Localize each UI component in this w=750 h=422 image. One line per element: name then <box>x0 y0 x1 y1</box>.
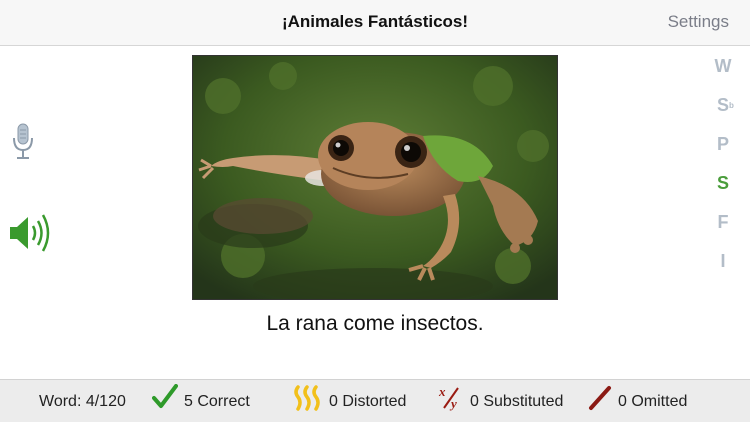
checkmark-icon <box>152 383 178 415</box>
distorted-count: 0 Distorted <box>293 384 407 412</box>
correct-count-label: 5 Correct <box>184 393 250 410</box>
sentence-text: La rana come insectos. <box>266 312 484 335</box>
letter-w[interactable]: W <box>706 52 740 91</box>
letter-f[interactable]: F <box>706 208 740 247</box>
status-bar: Word: 4/120 5 Correct 0 Distorted x y 0 … <box>0 379 750 422</box>
frog-photo <box>192 55 558 300</box>
x-over-y-icon: x y <box>438 384 464 416</box>
sound-letter-strip: W Sb P S F I <box>706 52 740 286</box>
omitted-count-label: 0 Omitted <box>618 393 688 410</box>
microphone-button[interactable] <box>10 122 38 162</box>
word-counter: Word: 4/120 <box>39 392 126 412</box>
microphone-icon <box>13 123 33 159</box>
substituted-count: x y 0 Substituted <box>438 384 564 412</box>
correct-count: 5 Correct <box>152 383 250 415</box>
page-title: ¡Animales Fantásticos! <box>281 12 469 31</box>
svg-text:y: y <box>449 396 457 411</box>
word-counter-label: Word: 4/120 <box>39 393 126 410</box>
letter-s[interactable]: S <box>706 169 740 208</box>
nav-bar: ¡Animales Fantásticos! Settings <box>0 0 750 46</box>
substituted-count-label: 0 Substituted <box>470 393 564 410</box>
svg-text:x: x <box>438 385 446 399</box>
slash-icon <box>588 385 612 416</box>
distorted-count-label: 0 Distorted <box>329 393 407 410</box>
letter-s-blend[interactable]: Sb <box>706 91 740 130</box>
omitted-count: 0 Omitted <box>588 385 688 412</box>
speaker-icon <box>10 214 50 252</box>
speaker-button[interactable] <box>6 210 54 256</box>
letter-i[interactable]: I <box>706 247 740 286</box>
settings-button[interactable]: Settings <box>668 12 729 32</box>
letter-p[interactable]: P <box>706 130 740 169</box>
wavy-lines-icon <box>293 384 323 416</box>
